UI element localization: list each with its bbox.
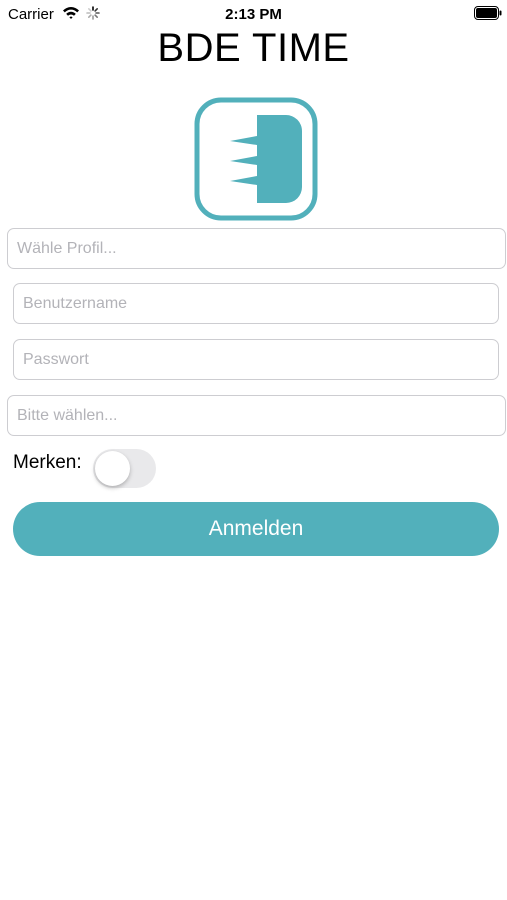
remember-toggle[interactable]: [93, 449, 156, 488]
username-field[interactable]: [13, 283, 499, 324]
option-select-field[interactable]: [7, 395, 506, 436]
app-title: BDE TIME: [157, 26, 350, 70]
login-button[interactable]: Anmelden: [13, 502, 499, 556]
remember-label: Merken:: [13, 452, 82, 473]
bde-time-logo-icon: [194, 97, 318, 221]
toggle-knob: [95, 451, 130, 486]
profile-select-field[interactable]: [7, 228, 506, 269]
password-field[interactable]: [13, 339, 499, 380]
status-bar: Carrier 2:13 PM: [0, 0, 507, 28]
battery-icon: [474, 6, 502, 20]
status-time: 2:13 PM: [225, 6, 282, 23]
